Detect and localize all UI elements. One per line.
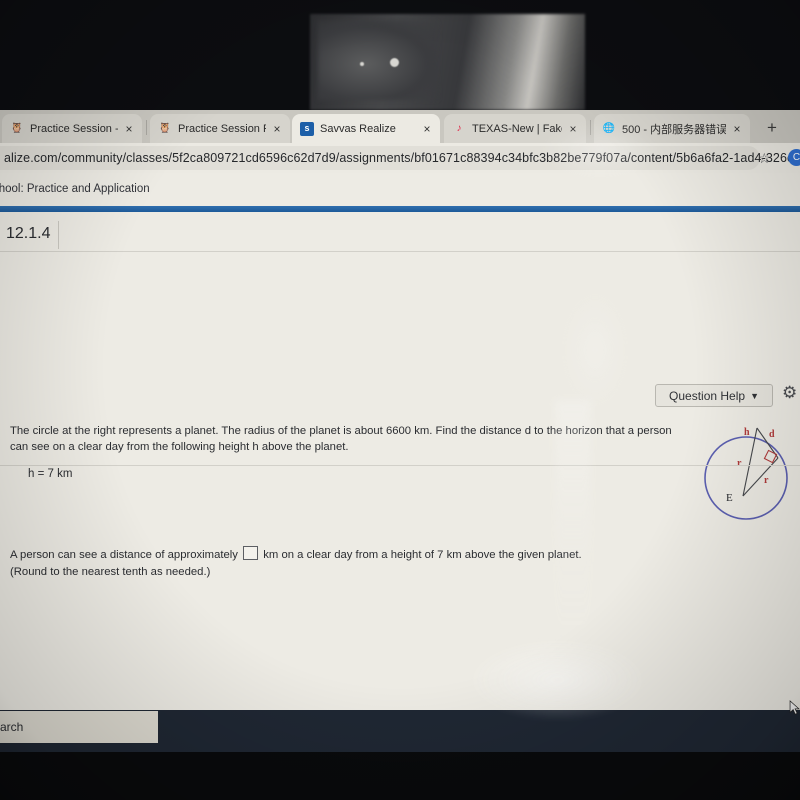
- divider: [58, 221, 59, 249]
- tab-close-icon[interactable]: ×: [732, 122, 742, 136]
- tab-close-icon[interactable]: ×: [272, 122, 282, 136]
- browser-address-bar: alize.com/community/classes/5f2ca809721c…: [0, 143, 800, 173]
- answer-rounding-note: (Round to the nearest tenth as needed.): [10, 566, 211, 578]
- url-pill[interactable]: alize.com/community/classes/5f2ca809721c…: [0, 146, 800, 170]
- new-tab-button[interactable]: +: [762, 119, 782, 139]
- question-given-value: h = 7 km: [28, 468, 73, 480]
- label-r-left: r: [737, 458, 742, 469]
- browser-tab-texas-new-fake-id[interactable]: ♪ TEXAS-New | Fake ID ×: [444, 114, 586, 143]
- line-radius-r: [742, 457, 779, 497]
- tab-close-icon[interactable]: ×: [568, 122, 578, 136]
- screen-glare-reflection-secondary: [318, 20, 438, 100]
- question-help-button[interactable]: Question Help ▼: [655, 384, 773, 407]
- browser-tab-practice-session-results[interactable]: 🦉 Practice Session Resul ×: [150, 114, 290, 143]
- savvas-s-icon: s: [300, 121, 314, 136]
- question-help-label: Question Help: [669, 388, 746, 403]
- laptop-bezel-top: [0, 0, 800, 110]
- breadcrumb: chool: Practice and Application: [0, 183, 150, 195]
- laptop-bezel-bottom: [0, 752, 800, 800]
- url-text: alize.com/community/classes/5f2ca809721c…: [4, 151, 800, 165]
- answer-statement: A person can see a distance of approxima…: [10, 546, 630, 581]
- browser-tab-strip: 🦉 Practice Session - Scie × 🦉 Practice S…: [0, 110, 800, 143]
- glare-speck: [360, 62, 364, 66]
- profile-avatar[interactable]: C: [788, 149, 800, 166]
- globe-icon: 🌐: [602, 122, 616, 134]
- savvas-owl-icon: 🦉: [158, 122, 172, 134]
- label-h: h: [744, 427, 750, 438]
- tab-label: Practice Session Resul: [178, 122, 266, 135]
- answer-input-box[interactable]: [243, 546, 259, 560]
- divider: [0, 465, 800, 466]
- search-placeholder: arch: [0, 720, 24, 734]
- chrome-browser-window: 🦉 Practice Session - Scie × 🦉 Practice S…: [0, 110, 800, 800]
- tiktok-icon: ♪: [456, 122, 462, 134]
- tab-label: TEXAS-New | Fake ID: [472, 122, 562, 135]
- label-r-right: r: [764, 475, 769, 486]
- label-center-E: E: [726, 492, 733, 504]
- tab-label: Practice Session - Scie: [30, 122, 118, 135]
- mouse-cursor: [789, 700, 800, 715]
- tab-close-icon[interactable]: ×: [124, 122, 134, 136]
- browser-tab-savvas-realize[interactable]: s Savvas Realize ×: [292, 114, 440, 143]
- taskbar-search-box[interactable]: arch: [0, 711, 158, 743]
- tab-label: 500 - 内部服务器错误: [622, 123, 726, 136]
- line-center-to-viewer: [742, 427, 758, 497]
- answer-suffix: km on a clear day from a height of 7 km …: [263, 549, 582, 561]
- bookmark-star-icon[interactable]: ☆: [758, 150, 771, 167]
- page-accent-bar: [0, 206, 800, 212]
- chevron-down-icon: ▼: [750, 390, 759, 401]
- tab-label: Savvas Realize: [320, 122, 396, 135]
- gear-icon[interactable]: ⚙: [782, 383, 797, 403]
- browser-tab-practice-session[interactable]: 🦉 Practice Session - Scie ×: [2, 114, 142, 143]
- answer-prefix: A person can see a distance of approxima…: [10, 549, 238, 561]
- glare-speck: [390, 58, 399, 67]
- tab-separator: [146, 120, 147, 135]
- question-number: 12.1.4: [6, 225, 51, 242]
- planet-circle: [704, 436, 788, 520]
- savvas-assignment-page: chool: Practice and Application 12.1.4 Q…: [0, 173, 800, 796]
- diagram-svg: h d r r E: [704, 427, 788, 520]
- label-d: d: [769, 429, 775, 440]
- tab-separator: [590, 120, 591, 135]
- tab-close-icon[interactable]: ×: [422, 122, 432, 136]
- question-text: The circle at the right represents a pla…: [10, 425, 672, 453]
- divider: [0, 251, 800, 252]
- planet-circle-diagram: h d r r E: [698, 417, 798, 529]
- laptop-screen-photo: 🦉 Practice Session - Scie × 🦉 Practice S…: [0, 0, 800, 800]
- savvas-owl-icon: 🦉: [10, 122, 24, 134]
- browser-tab-500-server-error[interactable]: 🌐 500 - 内部服务器错误 ×: [594, 114, 750, 143]
